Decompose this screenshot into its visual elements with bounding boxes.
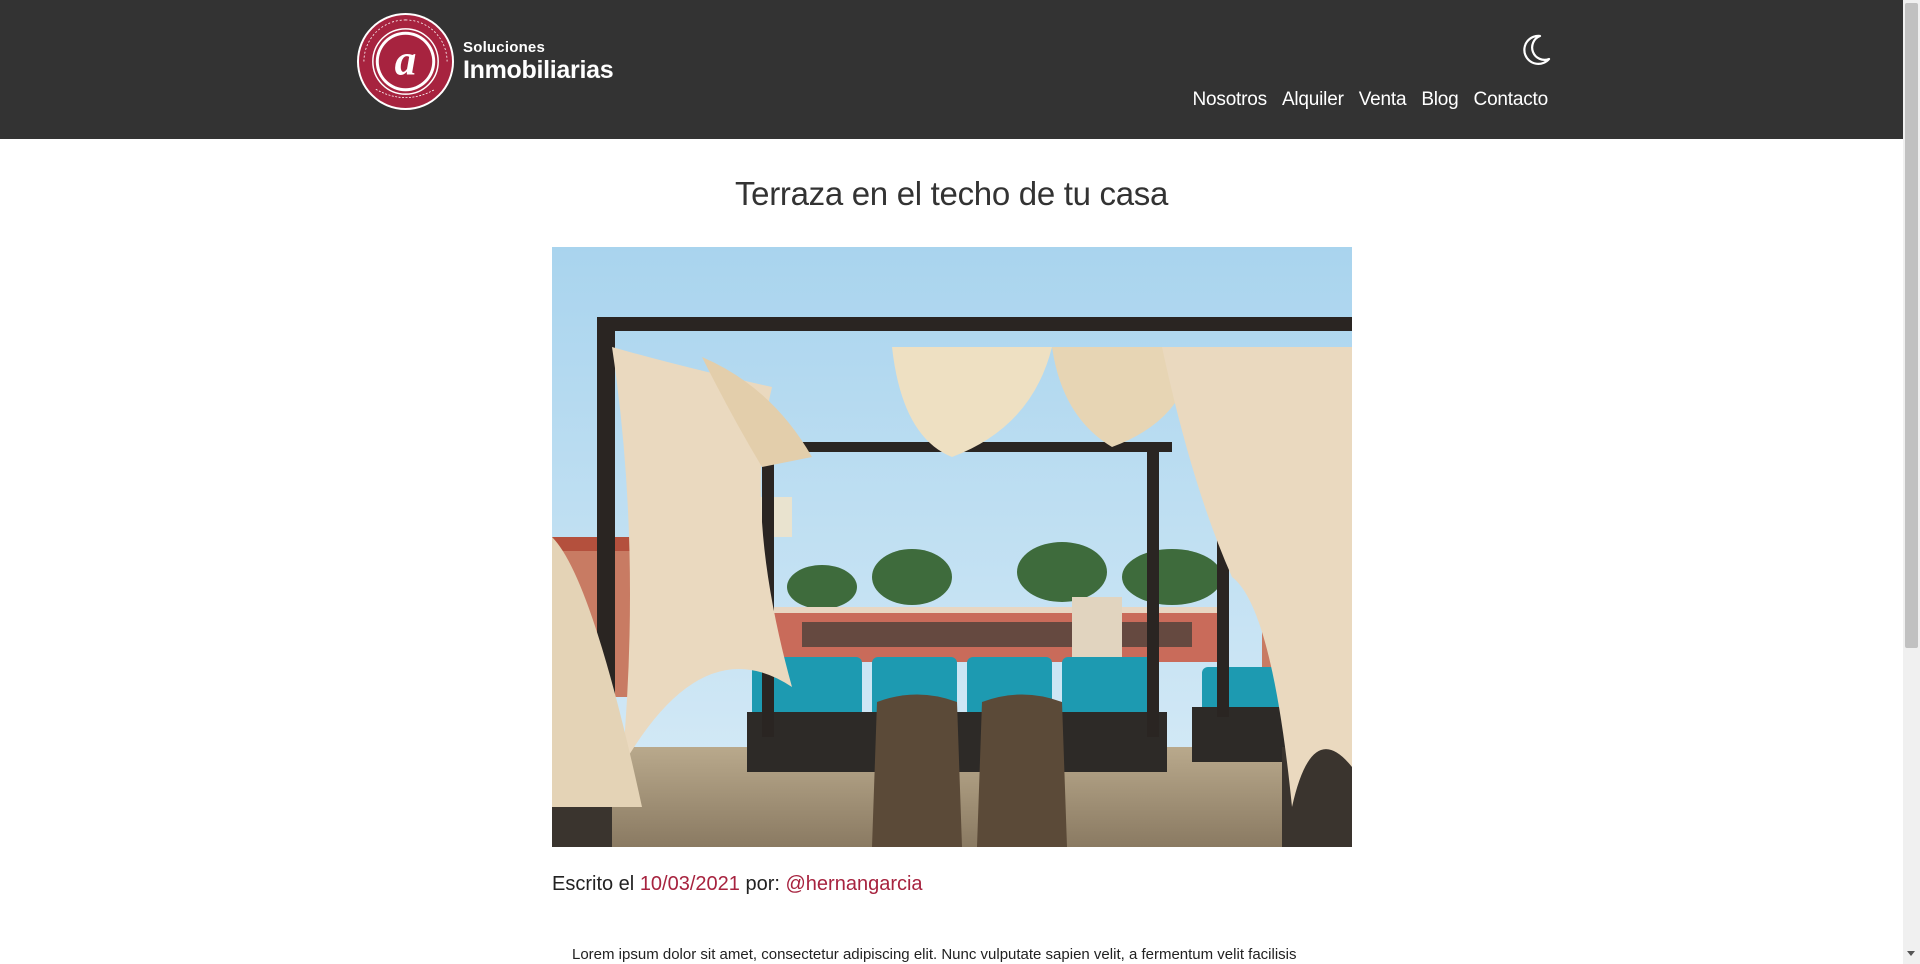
- nav-link-nosotros[interactable]: Nosotros: [1193, 89, 1268, 111]
- scrollbar-thumb[interactable]: [1905, 3, 1918, 648]
- site-logo[interactable]: a Soluciones Inmobiliarias: [356, 12, 614, 111]
- post-meta: Escrito el 10/03/2021 por: @hernangarcia: [552, 873, 923, 896]
- nav-link-venta[interactable]: Venta: [1359, 89, 1407, 111]
- logo-small-text: Soluciones: [463, 39, 546, 56]
- nav-link-alquiler[interactable]: Alquiler: [1282, 89, 1344, 111]
- site-header: a Soluciones Inmobiliarias Nosotros Alqu…: [0, 0, 1903, 139]
- post-author-link[interactable]: @hernangarcia: [786, 873, 923, 895]
- post-meta-by-label: por:: [739, 873, 786, 895]
- post-body-text: Lorem ipsum dolor sit amet, consectetur …: [572, 946, 1297, 963]
- moon-icon: [1523, 34, 1551, 65]
- nav-link-blog[interactable]: Blog: [1421, 89, 1458, 111]
- post-image-rooftop-terrace: [552, 247, 1352, 847]
- post-date-link[interactable]: 10/03/2021: [640, 873, 740, 895]
- main-nav: Nosotros Alquiler Venta Blog Contacto: [1193, 89, 1549, 111]
- nav-link-contacto[interactable]: Contacto: [1474, 89, 1549, 111]
- svg-text:a: a: [395, 36, 417, 84]
- dark-mode-toggle[interactable]: [1518, 32, 1554, 68]
- logo-seal-icon: a: [356, 12, 455, 111]
- scroll-down-arrow-icon[interactable]: [1907, 951, 1915, 956]
- page-scrollbar[interactable]: [1903, 0, 1920, 964]
- logo-text: Soluciones Inmobiliarias: [463, 39, 614, 84]
- post-title: Terraza en el techo de tu casa: [734, 175, 1169, 212]
- post-meta-written-label: Escrito el: [552, 873, 640, 895]
- logo-big-text: Inmobiliarias: [463, 56, 614, 84]
